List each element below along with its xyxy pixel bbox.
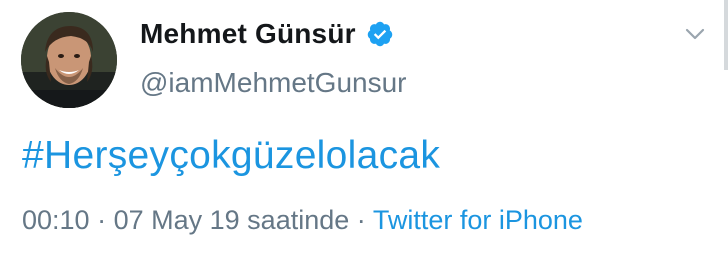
tweet-meta: 00:10 · 07 May 19 saatinde · Twitter for… xyxy=(22,205,583,236)
author-avatar[interactable] xyxy=(21,12,117,108)
scrollbar[interactable] xyxy=(724,0,728,70)
tweet-hashtag-link[interactable]: #Herşeyçokgüzelolacak xyxy=(22,134,440,178)
tweet-time[interactable]: 00:10 xyxy=(22,205,90,235)
author-display-name[interactable]: Mehmet Günsür xyxy=(140,18,356,50)
avatar-photo-icon xyxy=(21,12,117,108)
tweet-source-link[interactable]: Twitter for iPhone xyxy=(373,205,583,235)
author-name-row: Mehmet Günsür xyxy=(140,18,394,50)
meta-separator: · xyxy=(97,205,107,235)
meta-separator: · xyxy=(356,205,366,235)
chevron-down-icon[interactable] xyxy=(684,26,706,42)
tweet-date[interactable]: 07 May 19 saatinde xyxy=(114,205,350,235)
tweet-card: Mehmet Günsür @iamMehmetGunsur #Herşeyço… xyxy=(0,0,728,256)
author-handle[interactable]: @iamMehmetGunsur xyxy=(140,67,407,99)
verified-badge-icon xyxy=(366,20,394,48)
